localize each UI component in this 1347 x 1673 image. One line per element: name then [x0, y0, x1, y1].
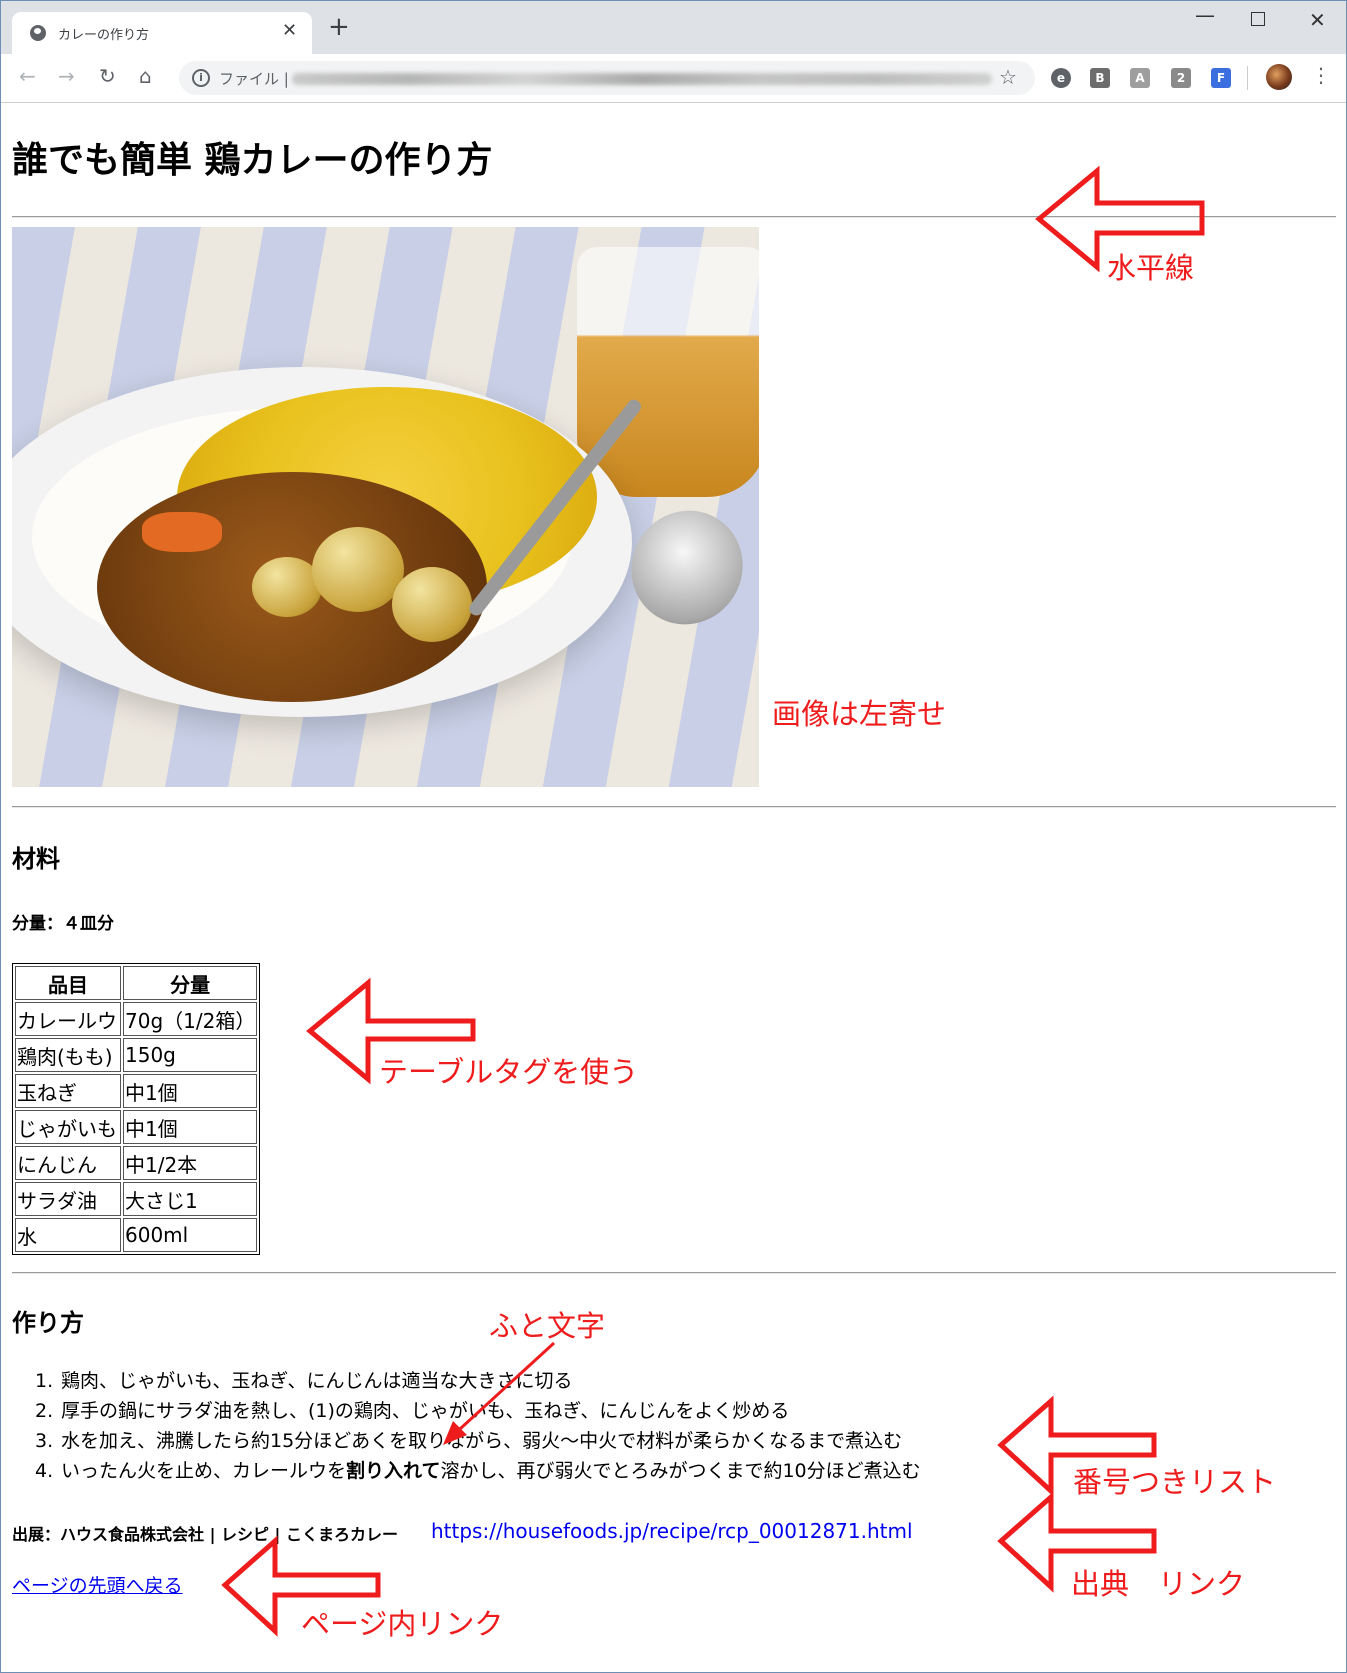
annotation-label: テーブルタグを使う	[379, 1055, 639, 1089]
source-link[interactable]: https://housefoods.jp/recipe/rcp_0001287…	[431, 1519, 913, 1543]
horizontal-rule	[12, 1272, 1336, 1274]
table-cell: 150g	[123, 1038, 258, 1072]
carrot	[142, 512, 222, 552]
table-cell: 鶏肉(もも)	[15, 1038, 121, 1072]
annotation-label: ページ内リンク	[301, 1607, 504, 1641]
extension-icon[interactable]: F	[1211, 68, 1231, 88]
extension-icon[interactable]: B	[1090, 68, 1110, 88]
reload-button[interactable]: ↻	[99, 64, 116, 88]
extension-icon[interactable]: e	[1051, 68, 1071, 88]
table-row: カレールウ 70g（1/2箱）	[15, 1002, 258, 1036]
address-bar[interactable]: i ファイル | ☆	[179, 61, 1035, 95]
ingredients-table: 品目 分量 カレールウ 70g（1/2箱） 鶏肉(もも) 150g 玉ねぎ 中1個 じ…	[12, 963, 261, 1255]
globe-icon	[30, 25, 46, 41]
table-cell: 70g（1/2箱）	[123, 1002, 258, 1036]
table-row: サラダ油 大さじ1	[15, 1182, 258, 1216]
potato	[392, 567, 472, 642]
column-header: 品目	[15, 966, 121, 1000]
curry-photo	[12, 227, 759, 787]
browser-window: カレーの作り方 ✕ + — ✕ ← → ↻ ⌂ i ファイル | ☆ e B A…	[0, 0, 1347, 1673]
table-row: 玉ねぎ 中1個	[15, 1074, 258, 1108]
maximize-button[interactable]	[1251, 12, 1265, 26]
table-cell: 玉ねぎ	[15, 1074, 121, 1108]
annotation-label: 出典 リンク	[1071, 1567, 1246, 1601]
step-text: いったん火を止め、カレールウを	[61, 1460, 347, 1482]
potato	[312, 527, 404, 612]
table-cell: 中1個	[123, 1074, 258, 1108]
ingredients-heading: 材料	[12, 845, 60, 873]
extension-icon[interactable]: A	[1130, 68, 1150, 88]
tab-bar: カレーの作り方 ✕ + — ✕	[1, 1, 1346, 54]
table-cell: 中1/2本	[123, 1146, 258, 1180]
table-cell: 中1個	[123, 1110, 258, 1144]
toolbar-divider	[1247, 66, 1248, 90]
minimize-button[interactable]: —	[1195, 3, 1215, 27]
annotation-label: 水平線	[1107, 251, 1195, 285]
address-scheme-label: ファイル |	[219, 70, 289, 88]
step-text: 溶かし、再び弱火でとろみがつくまで約10分ほど煮込む	[440, 1460, 921, 1482]
method-heading: 作り方	[12, 1309, 84, 1337]
home-button[interactable]: ⌂	[139, 64, 152, 88]
tea-glass	[577, 247, 759, 497]
page-title: 誰でも簡単 鶏カレーの作り方	[12, 140, 493, 181]
step-number: 3.	[35, 1430, 54, 1452]
extension-icon[interactable]: 2	[1171, 68, 1191, 88]
step-text: 厚手の鍋にサラダ油を熱し、(1)の鶏肉、じゃがいも、玉ねぎ、にんじんをよく炒める	[61, 1400, 790, 1422]
table-header-row: 品目 分量	[15, 966, 258, 1000]
spoon-head	[610, 490, 759, 645]
tab-title: カレーの作り方	[58, 28, 150, 43]
step-number: 1.	[35, 1370, 54, 1392]
tab-active[interactable]: カレーの作り方 ✕	[12, 12, 312, 54]
back-button[interactable]: ←	[19, 64, 36, 88]
menu-icon[interactable]: ⋮	[1311, 63, 1331, 87]
servings-label: 分量：４皿分	[12, 914, 114, 934]
table-row: 鶏肉(もも) 150g	[15, 1038, 258, 1072]
annotation-label: 番号つきリスト	[1073, 1465, 1277, 1499]
table-cell: カレールウ	[15, 1002, 121, 1036]
annotation-arrow	[443, 1341, 556, 1445]
table-cell: 600ml	[123, 1218, 258, 1252]
back-to-top-link[interactable]: ページの先頭へ戻る	[12, 1571, 183, 1598]
table-cell: 水	[15, 1218, 121, 1252]
bold-text: 割り入れて	[346, 1460, 441, 1482]
horizontal-rule	[12, 806, 1336, 808]
info-icon[interactable]: i	[192, 69, 210, 87]
table-cell: じゃがいも	[15, 1110, 121, 1144]
new-tab-button[interactable]: +	[328, 14, 350, 40]
column-header: 分量	[123, 966, 258, 1000]
tab-close-icon[interactable]: ✕	[282, 20, 297, 41]
profile-avatar[interactable]	[1266, 64, 1292, 90]
table-row: じゃがいも 中1個	[15, 1110, 258, 1144]
table-row: 水 600ml	[15, 1218, 258, 1252]
close-window-button[interactable]: ✕	[1309, 8, 1326, 32]
annotation-label: 画像は左寄せ	[772, 697, 947, 731]
annotation-label: ふと文字	[489, 1309, 606, 1343]
table-cell: 大さじ1	[123, 1182, 258, 1216]
step-number: 2.	[35, 1400, 54, 1422]
browser-toolbar: ← → ↻ ⌂ i ファイル | ☆ e B A 2 F ⋮	[1, 54, 1346, 103]
table-cell: サラダ油	[15, 1182, 121, 1216]
blurred-url	[292, 73, 992, 85]
forward-button[interactable]: →	[58, 64, 75, 88]
list-item: 4. いったん火を止め、カレールウを割り入れて溶かし、再び弱火でとろみがつくまで約…	[35, 1456, 921, 1486]
step-number: 4.	[35, 1460, 54, 1482]
bookmark-star-icon[interactable]: ☆	[999, 65, 1017, 89]
table-row: にんじん 中1/2本	[15, 1146, 258, 1180]
table-cell: にんじん	[15, 1146, 121, 1180]
